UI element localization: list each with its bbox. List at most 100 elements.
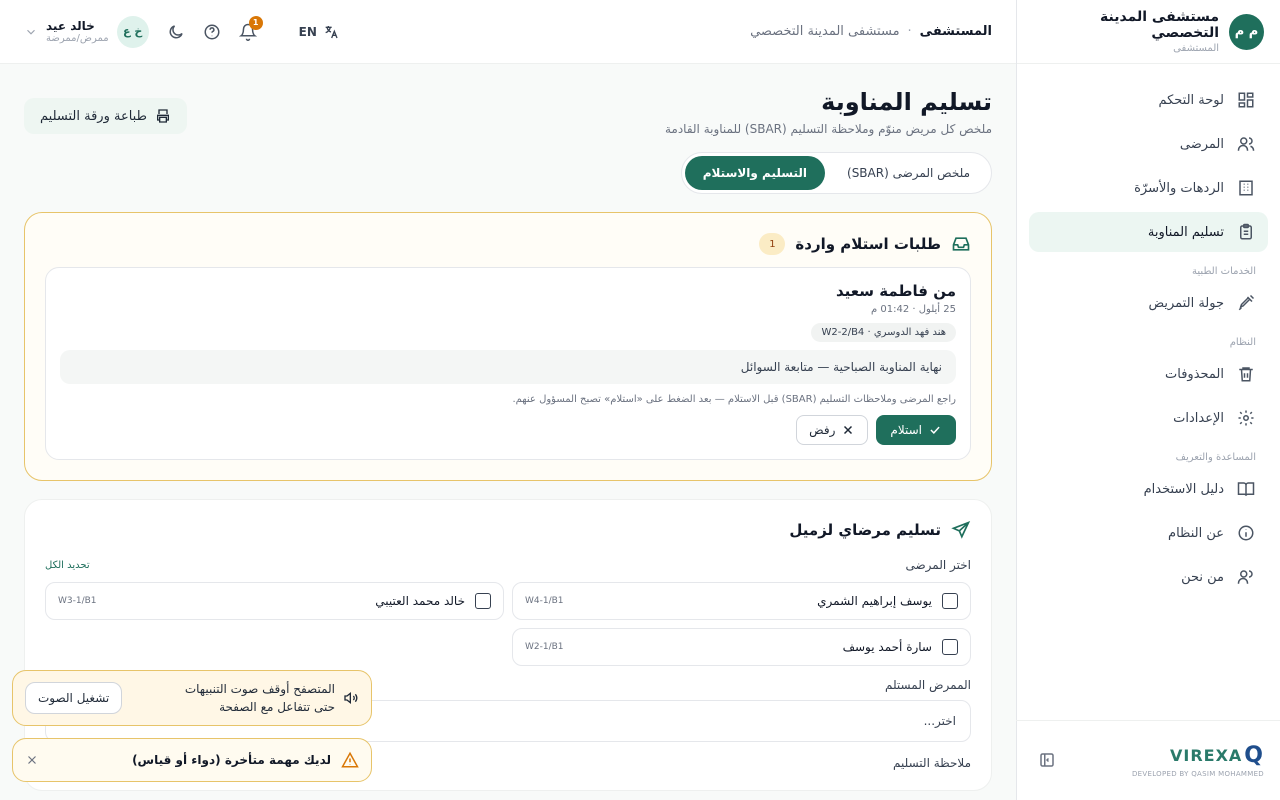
sidebar-item-wards[interactable]: الردهات والأسرّة bbox=[1029, 168, 1268, 208]
sidebar-item-patients[interactable]: المرضى bbox=[1029, 124, 1268, 164]
close-icon bbox=[841, 423, 855, 437]
handover-title: تسليم مرضاي لزميل bbox=[789, 521, 941, 539]
page-subtitle: ملخص كل مريض منوّم وملاحظة التسليم (SBAR… bbox=[664, 122, 992, 136]
sidebar-item-label: تسليم المناوبة bbox=[1147, 224, 1224, 240]
sidebar-nav: لوحة التحكم المرضى الردهات والأسرّة تسلي… bbox=[1017, 64, 1280, 617]
sidebar-item-dashboard[interactable]: لوحة التحكم bbox=[1029, 80, 1268, 120]
clipboard-icon bbox=[1236, 222, 1256, 242]
page-title: تسليم المناوبة bbox=[821, 88, 992, 116]
sidebar-section-system: النظام bbox=[1229, 337, 1256, 348]
theme-toggle[interactable] bbox=[167, 23, 185, 41]
breadcrumb-hospital[interactable]: مستشفى المدينة التخصصي bbox=[750, 24, 899, 39]
moon-icon bbox=[167, 23, 185, 41]
language-label: EN bbox=[298, 24, 317, 39]
tab-sbar-summary[interactable]: ملخص المرضى (SBAR) bbox=[829, 156, 988, 190]
patients-list: يوسف إبراهيم الشمري W4-1/B1 خالد محمد ال… bbox=[45, 582, 971, 666]
choose-patients-label: اختر المرضى bbox=[905, 558, 971, 572]
avatar: خ ع bbox=[116, 15, 149, 48]
inbox-icon bbox=[951, 234, 971, 254]
tabs: ملخص المرضى (SBAR) التسليم والاستلام bbox=[24, 152, 992, 194]
notifications-button[interactable]: 1 bbox=[238, 15, 263, 41]
sidebar-item-label: الردهات والأسرّة bbox=[1134, 180, 1224, 196]
users-icon bbox=[1236, 134, 1256, 154]
sidebar-footer: Q VIREXA DEVELOPED BY QASIM MOHAMMED bbox=[1016, 720, 1280, 800]
hospital-type: المستشفى bbox=[1173, 43, 1220, 54]
sidebar-item-label: من نحن bbox=[1181, 569, 1224, 585]
sidebar-item-about[interactable]: عن النظام bbox=[1029, 513, 1268, 553]
footer-brand: VIREXA bbox=[1169, 746, 1243, 765]
enable-sound-button[interactable]: تشغيل الصوت bbox=[25, 682, 123, 714]
patient-name: خالد محمد العتيبي bbox=[375, 594, 465, 608]
sound-toast-line1: المتصفح أوقف صوت التنبيهات bbox=[184, 682, 335, 696]
top-tools: EN 1 خ ع خالد عيد ممرض/ممرضة bbox=[24, 15, 339, 48]
sound-toast-line2: حتى تتفاعل مع الصفحة bbox=[219, 700, 335, 714]
accept-button[interactable]: استلام bbox=[876, 415, 956, 445]
sidebar-item-settings[interactable]: الإعدادات bbox=[1029, 398, 1268, 438]
send-icon bbox=[951, 520, 971, 540]
patient-bed: W3-1/B1 bbox=[58, 596, 97, 606]
sidebar-item-guide[interactable]: دليل الاستخدام bbox=[1029, 469, 1268, 509]
reject-label: رفض bbox=[809, 423, 836, 437]
notification-count-badge: 1 bbox=[248, 15, 263, 30]
warning-icon bbox=[341, 751, 359, 769]
help-button[interactable] bbox=[203, 23, 221, 41]
sidebar-section-help: المساعدة والتعريف bbox=[1175, 452, 1256, 463]
user-name: خالد عيد bbox=[46, 19, 95, 33]
patient-option[interactable]: سارة أحمد يوسف W2-1/B1 bbox=[512, 628, 971, 666]
overdue-task-text: لديك مهمة متأخرة (دواء أو قياس) bbox=[132, 753, 331, 767]
sidebar-item-us[interactable]: من نحن bbox=[1029, 557, 1268, 597]
hospital-name: مستشفى المدينة التخصصي bbox=[1100, 9, 1220, 41]
print-button-label: طباعة ورقة التسليم bbox=[40, 108, 147, 124]
book-icon bbox=[1236, 479, 1256, 499]
topbar: المستشفى · مستشفى المدينة التخصصي EN 1 خ… bbox=[0, 0, 1016, 64]
breadcrumb-current: المستشفى bbox=[919, 24, 992, 39]
breadcrumb-separator: · bbox=[907, 24, 912, 39]
sidebar-item-nursing-rounds[interactable]: جولة التمريض bbox=[1029, 283, 1268, 323]
translate-icon bbox=[323, 24, 339, 40]
patient-name: سارة أحمد يوسف bbox=[842, 640, 932, 654]
close-icon[interactable] bbox=[25, 753, 39, 767]
help-icon bbox=[203, 23, 221, 41]
sidebar: م م مستشفى المدينة التخصصي المستشفى لوحة… bbox=[1016, 0, 1280, 800]
request-hint: راجع المرضى وملاحظات التسليم (SBAR) قبل … bbox=[512, 394, 956, 405]
patient-option[interactable]: خالد محمد العتيبي W3-1/B1 bbox=[45, 582, 504, 620]
tab-handover[interactable]: التسليم والاستلام bbox=[684, 156, 825, 190]
request-time: 25 أيلول · 01:42 م bbox=[871, 304, 956, 315]
breadcrumb: المستشفى · مستشفى المدينة التخصصي bbox=[750, 24, 992, 39]
sidebar-item-shift-handover[interactable]: تسليم المناوبة bbox=[1029, 212, 1268, 252]
user-menu[interactable]: خ ع خالد عيد ممرض/ممرضة bbox=[24, 15, 149, 48]
patient-bed: W4-1/B1 bbox=[525, 596, 564, 606]
footer-credit: DEVELOPED BY QASIM MOHAMMED bbox=[1131, 770, 1264, 778]
sound-blocked-toast: المتصفح أوقف صوت التنبيهات حتى تتفاعل مع… bbox=[12, 670, 372, 726]
select-all-link[interactable]: تحديد الكل bbox=[45, 560, 90, 571]
info-icon bbox=[1236, 523, 1256, 543]
request-note: نهاية المناوبة الصباحية — متابعة السوائل bbox=[60, 350, 956, 384]
print-handover-button[interactable]: طباعة ورقة التسليم bbox=[24, 98, 187, 134]
language-toggle[interactable]: EN bbox=[299, 24, 339, 40]
incoming-requests-card: طلبات استلام واردة 1 من فاطمة سعيد 25 أي… bbox=[24, 212, 992, 481]
patient-checkbox[interactable] bbox=[942, 639, 958, 655]
dashboard-icon bbox=[1236, 90, 1256, 110]
virexa-logo: Q VIREXA DEVELOPED BY QASIM MOHAMMED bbox=[1131, 743, 1264, 778]
sidebar-brand: م م مستشفى المدينة التخصصي المستشفى bbox=[1017, 0, 1280, 64]
overdue-task-toast: لديك مهمة متأخرة (دواء أو قياس) bbox=[12, 738, 372, 782]
sidebar-item-label: المحذوفات bbox=[1165, 366, 1224, 382]
sidebar-item-label: دليل الاستخدام bbox=[1143, 481, 1224, 497]
patient-checkbox[interactable] bbox=[475, 593, 491, 609]
users-icon bbox=[1236, 567, 1256, 587]
sidebar-item-label: الإعدادات bbox=[1173, 410, 1224, 426]
patient-chip: هند فهد الدوسري · W2-2/B4 bbox=[811, 323, 956, 342]
incoming-requests-title: طلبات استلام واردة bbox=[795, 235, 941, 253]
speaker-icon bbox=[343, 690, 359, 706]
building-icon bbox=[1236, 178, 1256, 198]
sidebar-item-deleted[interactable]: المحذوفات bbox=[1029, 354, 1268, 394]
patient-option[interactable]: يوسف إبراهيم الشمري W4-1/B1 bbox=[512, 582, 971, 620]
sidebar-collapse-icon[interactable] bbox=[1036, 751, 1056, 771]
sidebar-item-label: المرضى bbox=[1179, 136, 1224, 152]
trash-icon bbox=[1236, 364, 1256, 384]
reject-button[interactable]: رفض bbox=[796, 415, 869, 445]
request-sender: من فاطمة سعيد bbox=[836, 282, 956, 300]
printer-icon bbox=[155, 108, 171, 124]
accept-label: استلام bbox=[890, 423, 922, 437]
patient-checkbox[interactable] bbox=[942, 593, 958, 609]
